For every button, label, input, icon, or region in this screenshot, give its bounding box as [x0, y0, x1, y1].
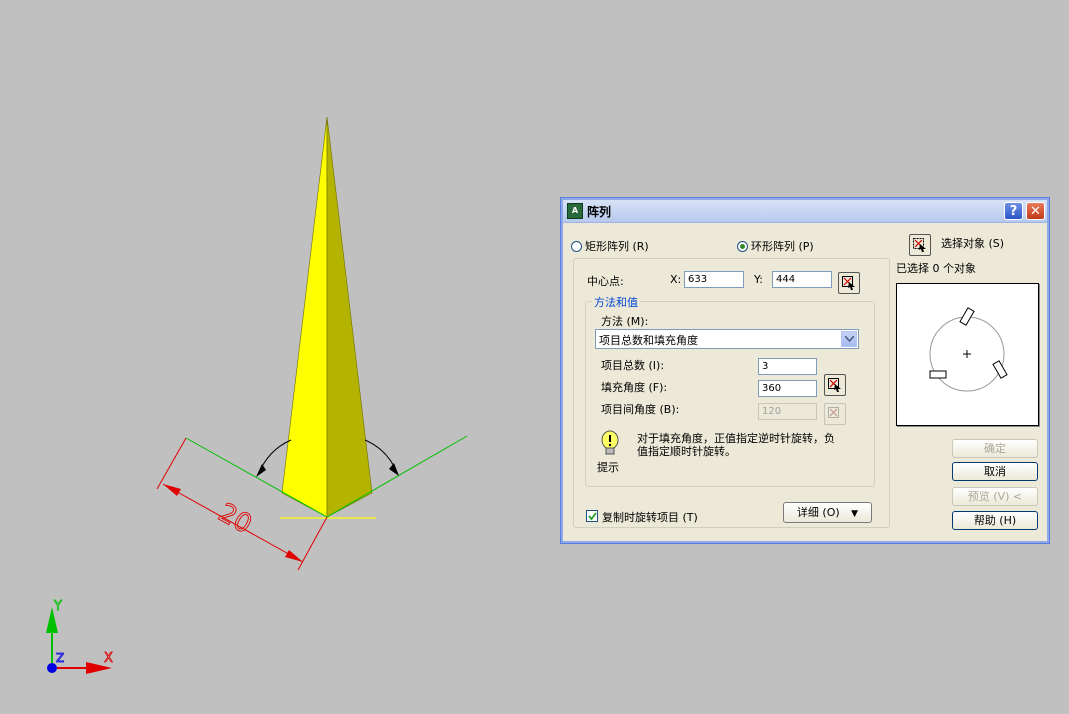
pick-angle-icon	[828, 378, 841, 392]
method-group-legend: 方法和值	[592, 294, 640, 310]
select-objects-button[interactable]	[909, 234, 931, 256]
center-x-label: X:	[670, 273, 682, 286]
item-angle-label: 项目间角度 (B):	[601, 403, 680, 416]
center-point-label: 中心点:	[587, 275, 624, 288]
dimension-value: 20	[213, 498, 256, 540]
pyramid-left-face[interactable]	[281, 116, 328, 518]
array-preview	[896, 283, 1039, 426]
close-button[interactable]: ✕	[1026, 202, 1045, 220]
fill-angle-input[interactable]: 360	[758, 380, 817, 397]
center-x-input[interactable]: 633	[684, 271, 744, 288]
dialog-title: 阵列	[587, 205, 612, 219]
array-dialog: A 阵列 ? ✕ 矩形阵列 (R) 环形阵列 (P) 选择对象 (S) 已选择 …	[560, 197, 1050, 544]
pick-item-angle-button	[824, 403, 846, 425]
checkmark-icon	[588, 512, 597, 521]
rotate-items-label: 复制时旋转项目 (T)	[602, 511, 698, 524]
lightbulb-icon	[601, 430, 619, 455]
total-items-label: 项目总数 (I):	[601, 359, 665, 372]
radio-rectangular-array[interactable]: 矩形阵列 (R)	[571, 238, 649, 254]
ucs-z-label: Z	[56, 651, 64, 665]
dimension-arrow-right	[285, 550, 303, 562]
method-select-value: 项目总数和填充角度	[599, 334, 698, 347]
pick-item-angle-icon	[828, 407, 839, 418]
dimension-ext-left	[156, 437, 187, 490]
method-select[interactable]: 项目总数和填充角度	[595, 329, 859, 349]
preview-drawing	[929, 307, 1008, 392]
method-label: 方法 (M):	[601, 315, 649, 328]
rotate-items-checkbox[interactable]	[586, 510, 598, 522]
cancel-button[interactable]: 取消	[952, 462, 1038, 481]
radio-polar-array[interactable]: 环形阵列 (P)	[737, 238, 814, 254]
ok-button: 确定	[952, 439, 1038, 458]
select-objects-label: 选择对象 (S)	[941, 237, 1005, 250]
help-button[interactable]: 帮助 (H)	[952, 511, 1038, 530]
tip-text-line2: 值指定顺时针旋转。	[637, 445, 736, 458]
dimension-arrow-left	[163, 484, 181, 496]
pick-center-icon	[842, 276, 855, 290]
pick-center-button[interactable]	[838, 272, 860, 294]
fill-angle-label: 填充角度 (F):	[601, 381, 668, 394]
details-button-label: 详细 (O)	[796, 506, 840, 519]
radio-rect-label: 矩形阵列 (R)	[585, 240, 649, 253]
total-items-input[interactable]: 3	[758, 358, 817, 375]
dialog-titlebar[interactable]: A 阵列 ? ✕	[563, 200, 1047, 223]
ucs-y-label: Y	[53, 599, 62, 614]
chevron-down-icon[interactable]	[841, 331, 857, 347]
selected-count: 已选择 0 个对象	[896, 262, 976, 275]
details-button[interactable]: 详细 (O) ▼	[783, 502, 872, 523]
help-title-button[interactable]: ?	[1004, 202, 1023, 220]
tip-label: 提示	[597, 461, 619, 474]
pyramid-right-face[interactable]	[326, 116, 373, 518]
select-objects-icon	[913, 238, 926, 252]
radio-dot-polar[interactable]	[737, 240, 748, 252]
radio-dot-rect[interactable]	[571, 240, 582, 252]
pick-fill-angle-button[interactable]	[824, 374, 846, 396]
item-angle-input: 120	[758, 403, 817, 420]
preview-button: 预览 (V) <	[952, 487, 1038, 506]
radio-polar-label: 环形阵列 (P)	[751, 240, 814, 253]
ucs-x-label: X	[104, 651, 113, 666]
center-y-label: Y:	[754, 273, 763, 286]
angle-arrow-right	[389, 463, 399, 476]
expand-arrow-icon: ▼	[851, 509, 859, 519]
angle-arrow-left	[256, 464, 266, 477]
app-icon: A	[567, 203, 583, 219]
center-y-input[interactable]: 444	[772, 271, 832, 288]
